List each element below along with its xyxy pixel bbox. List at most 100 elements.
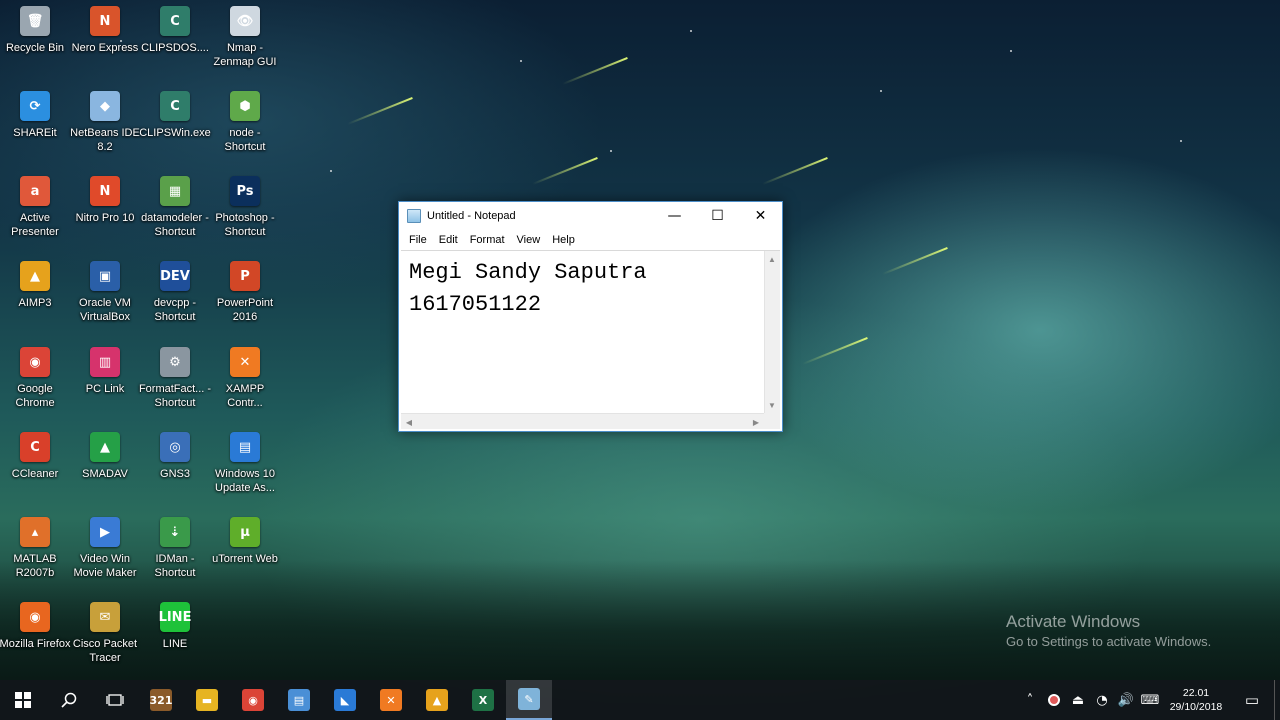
app-icon: ✉ [90, 602, 120, 632]
desktop-icon-clipswin-exe[interactable]: C CLIPSWin.exe [139, 85, 211, 165]
menu-help[interactable]: Help [546, 234, 581, 246]
desktop-icon-node-shortcut[interactable]: ⬢ node - Shortcut [210, 85, 280, 165]
desktop-icon-label: devcpp - Shortcut [153, 297, 197, 323]
show-desktop-button[interactable] [1274, 680, 1280, 720]
desktop-icon-idman-shortcut[interactable]: ⇣ IDMan - Shortcut [140, 511, 210, 591]
desktop-icon-label: PowerPoint 2016 [216, 297, 274, 323]
app-icon: ◉ [20, 347, 50, 377]
keyboard-icon[interactable]: ⌨ [1138, 680, 1162, 720]
desktop-icon-nmap-zenmap-gui[interactable]: 👁 Nmap - Zenmap GUI [210, 0, 280, 80]
desktop-icon-line[interactable]: LINE LINE [140, 596, 210, 676]
desktop-icon-active-presenter[interactable]: a Active Presenter [0, 170, 70, 250]
vertical-scrollbar[interactable]: ▲ ▼ [764, 251, 780, 413]
desktop-icon-google-chrome[interactable]: ◉ Google Chrome [0, 341, 70, 421]
desktop-icon-datamodeler-shortcut[interactable]: ▦ datamodeler - Shortcut [140, 170, 210, 250]
title-bar[interactable]: Untitled - Notepad — ☐ ✕ [399, 202, 782, 230]
desktop-icon-label: Oracle VM VirtualBox [79, 297, 131, 323]
desktop-icon-label: PC Link [85, 383, 125, 395]
chevron-up-icon[interactable]: ˄ [1018, 680, 1042, 720]
task-view-button[interactable] [92, 680, 138, 720]
desktop-icon-gns3[interactable]: ◎ GNS3 [140, 426, 210, 506]
taskbar-file-explorer[interactable]: ▬ [184, 680, 230, 720]
menu-view[interactable]: View [511, 234, 547, 246]
watermark-title: Activate Windows [1006, 612, 1141, 631]
app-icon: C [160, 6, 190, 36]
desktop-icon-windows-10-update-as[interactable]: ▤ Windows 10 Update As... [210, 426, 280, 506]
taskbar-control-panel[interactable]: ▤ [276, 680, 322, 720]
clock[interactable]: 22.01 29/10/2018 [1162, 686, 1230, 714]
taskbar-google-chrome[interactable]: ◉ [230, 680, 276, 720]
close-button[interactable]: ✕ [739, 202, 782, 230]
menu-bar: File Edit Format View Help [399, 230, 782, 249]
notification-icon[interactable]: ▭ [1230, 680, 1274, 720]
taskbar-xampp[interactable]: ✕ [368, 680, 414, 720]
app-icon: ⬢ [230, 91, 260, 121]
desktop-icon-label: node - Shortcut [224, 127, 266, 153]
desktop-icon-devcpp-shortcut[interactable]: DEV devcpp - Shortcut [140, 255, 210, 335]
taskbar-calendar-app[interactable]: 321 [138, 680, 184, 720]
security-icon[interactable] [1042, 680, 1066, 720]
desktop-icon-matlab-r2007b[interactable]: ▴ MATLAB R2007b [0, 511, 70, 591]
desktop-icon-aimp3[interactable]: ▲ AIMP3 [0, 255, 70, 335]
desktop-icon-utorrent-web[interactable]: µ uTorrent Web [210, 511, 280, 591]
desktop-icon-nitro-pro-10[interactable]: N Nitro Pro 10 [70, 170, 140, 250]
menu-edit[interactable]: Edit [433, 234, 464, 246]
taskbar-notepad[interactable]: ✎ [506, 680, 552, 720]
desktop-icon-shareit[interactable]: ⟳ SHAREit [0, 85, 70, 165]
desktop-icon-video-win-movie-maker[interactable]: ▶ Video Win Movie Maker [70, 511, 140, 591]
taskbar-visual-studio-code[interactable]: ◣ [322, 680, 368, 720]
menu-format[interactable]: Format [464, 234, 511, 246]
app-icon: Ps [230, 176, 260, 206]
desktop-icon-label: Photoshop - Shortcut [215, 212, 275, 238]
app-icon: ▲ [90, 432, 120, 462]
notepad-icon [407, 209, 421, 223]
scroll-right-icon[interactable]: ▶ [748, 414, 764, 430]
visual-studio-code-icon: ◣ [334, 689, 356, 711]
desktop-icon-formatfact-shortcut[interactable]: ⚙ FormatFact... - Shortcut [138, 341, 212, 421]
desktop-icon-nero-express[interactable]: N Nero Express [70, 0, 140, 80]
taskbar-aimp[interactable]: ▲ [414, 680, 460, 720]
desktop-icon-netbeans-ide-8-2[interactable]: ◆ NetBeans IDE 8.2 [70, 85, 140, 165]
minimize-button[interactable]: — [653, 202, 696, 230]
scroll-down-icon[interactable]: ▼ [764, 397, 780, 413]
search-button[interactable] [46, 680, 92, 720]
taskbar-excel[interactable]: X [460, 680, 506, 720]
usb-icon[interactable]: ⏏ [1066, 680, 1090, 720]
app-icon: ◉ [20, 602, 50, 632]
window-title: Untitled - Notepad [427, 210, 516, 222]
desktop-icon-label: CLIPSWin.exe [139, 127, 211, 139]
start-button[interactable] [0, 680, 46, 720]
menu-file[interactable]: File [403, 234, 433, 246]
desktop-icon-label: GNS3 [160, 468, 190, 480]
desktop-icon-label: FormatFact... - Shortcut [138, 383, 212, 409]
horizontal-scrollbar[interactable]: ◀ ▶ [401, 413, 764, 429]
app-icon: ▲ [20, 261, 50, 291]
app-icon: ▣ [90, 261, 120, 291]
app-icon: ⟳ [20, 91, 50, 121]
desktop-icon-recycle-bin[interactable]: 🗑 Recycle Bin [0, 0, 70, 80]
desktop-icon-cisco-packet-tracer[interactable]: ✉ Cisco Packet Tracer [70, 596, 140, 676]
desktop-icon-oracle-vm-virtualbox[interactable]: ▣ Oracle VM VirtualBox [70, 255, 140, 335]
desktop-icon-powerpoint-2016[interactable]: P PowerPoint 2016 [210, 255, 280, 335]
desktop-icon-pc-link[interactable]: ▥ PC Link [70, 341, 140, 421]
app-icon: µ [230, 517, 260, 547]
scroll-left-icon[interactable]: ◀ [401, 414, 417, 430]
volume-icon[interactable]: 🔊 [1114, 680, 1138, 720]
app-icon: ▥ [90, 347, 120, 377]
notepad-window[interactable]: Untitled - Notepad — ☐ ✕ File Edit Forma… [398, 201, 783, 432]
clock-date: 29/10/2018 [1169, 701, 1223, 713]
maximize-button[interactable]: ☐ [696, 202, 739, 230]
text-editor[interactable]: Megi Sandy Saputra 1617051122 [401, 251, 764, 413]
desktop-icon-photoshop-shortcut[interactable]: Ps Photoshop - Shortcut [210, 170, 280, 250]
desktop-icon-smadav[interactable]: ▲ SMADAV [70, 426, 140, 506]
desktop-icon-clipsdos[interactable]: C CLIPSDOS.... [140, 0, 210, 80]
wifi-icon[interactable]: ◔ [1090, 680, 1114, 720]
desktop-icon-label: NetBeans IDE 8.2 [70, 127, 140, 153]
app-icon: N [90, 6, 120, 36]
desktop-icon-mozilla-firefox[interactable]: ◉ Mozilla Firefox [0, 596, 70, 676]
scroll-up-icon[interactable]: ▲ [764, 251, 780, 267]
desktop-icon-xampp-contr[interactable]: ✕ XAMPP Contr... [210, 341, 280, 421]
xampp-icon: ✕ [380, 689, 402, 711]
desktop-icon-ccleaner[interactable]: C CCleaner [0, 426, 70, 506]
desktop-icon-label: datamodeler - Shortcut [141, 212, 209, 238]
